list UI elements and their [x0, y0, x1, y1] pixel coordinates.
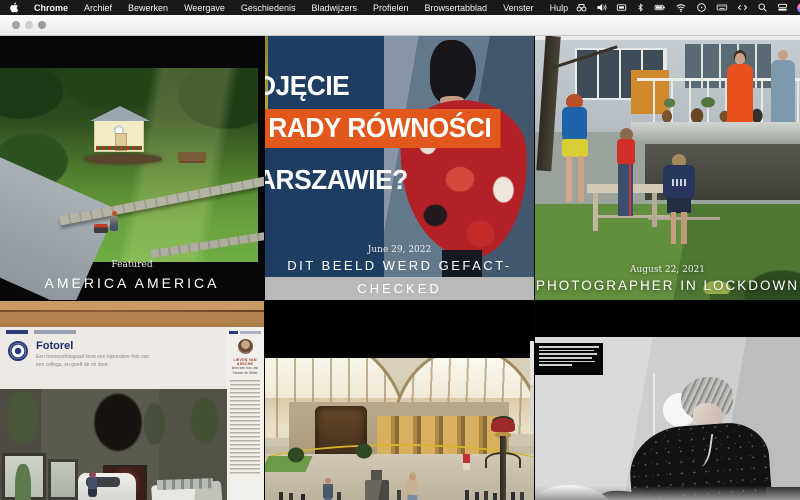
- mossy-facade-overlay: [0, 389, 227, 459]
- control-center-icon[interactable]: [777, 2, 788, 13]
- boy-hoodie-illustration: [663, 154, 697, 244]
- zoom-window-button[interactable]: [38, 21, 46, 29]
- newspaper-right-column: LIEVEN VAN ASSCHE kiest een foto vanSand…: [226, 327, 264, 500]
- menu-bar: Chrome Archief Bewerken Weergave Geschie…: [0, 0, 800, 15]
- headline-line-1: DJĘCIE: [265, 72, 501, 100]
- garden-bed-illustration: [84, 154, 162, 164]
- menu-chrome[interactable]: Chrome: [26, 3, 76, 13]
- wifi-icon[interactable]: [675, 2, 687, 13]
- caption-overflow-bar: CHECKED: [265, 277, 534, 300]
- tile-fotorel-newspaper[interactable]: Fotorel Een beroepsfotograaf kiest een b…: [0, 301, 264, 500]
- woman-orange-dress-illustration: [727, 64, 753, 126]
- tile-caption: June 29, 2022 DIT BEELD WERD GEFACT-: [265, 245, 534, 273]
- window-titlebar: [0, 15, 800, 36]
- body-text-lines: [230, 380, 260, 476]
- binoculars-icon[interactable]: [576, 2, 587, 13]
- fotorel-headline: Fotorel: [36, 340, 73, 352]
- menu-profielen[interactable]: Profielen: [365, 3, 417, 13]
- byline-name: LIEVEN VAN ASSCHE: [226, 358, 264, 366]
- volume-icon[interactable]: [596, 2, 607, 13]
- girl-red-top-illustration: [615, 128, 639, 220]
- menu-archief[interactable]: Archief: [76, 3, 120, 13]
- passerby-illustration: [88, 477, 97, 497]
- wrecked-car-illustration: [151, 481, 223, 500]
- code-icon[interactable]: [737, 2, 748, 13]
- article-title-line1: DIT BEELD WERD GEFACT-: [265, 258, 534, 273]
- column-header-line: [229, 331, 261, 334]
- menu-geschiedenis[interactable]: Geschiedenis: [233, 3, 304, 13]
- tile-photographer-in-lockdown[interactable]: August 22, 2021 PHOTOGRAPHER IN LOCKDOWN: [535, 36, 800, 300]
- man-pushing-trolley-illustration: [405, 474, 418, 500]
- photo-caption-text-block: [535, 343, 603, 375]
- photographer-avatar: [238, 339, 253, 354]
- article-title-line2: CHECKED: [357, 281, 442, 296]
- garden-playhouse-photo: [0, 68, 258, 262]
- stone-wall-lower-illustration: [150, 230, 264, 258]
- lawn-mower-illustration: [94, 224, 108, 233]
- desk-shadow: [535, 486, 800, 500]
- potted-plant-illustration: [351, 438, 377, 464]
- picnic-table-illustration: [178, 152, 206, 161]
- top-black-band: [265, 301, 534, 358]
- potted-plant-illustration-2: [283, 442, 309, 468]
- article-grid: Featured AMERICA AMERICA DJĘCIE RADY RÓW…: [0, 36, 800, 500]
- headline-line-2: RADY RÓWNOŚCI: [265, 109, 501, 148]
- byline-subtext: kiest een foto vanSander de Wilde: [226, 366, 264, 376]
- menu-bladwijzers[interactable]: Bladwijzers: [303, 3, 365, 13]
- ornate-lamp-post-illustration: [483, 418, 523, 500]
- fotorel-subtext: Een beroepsfotograaf kiest een bijzonder…: [36, 354, 156, 369]
- bluetooth-icon[interactable]: [636, 2, 645, 13]
- featured-label: Featured: [0, 260, 264, 270]
- minimize-window-button[interactable]: [25, 21, 33, 29]
- white-car-illustration: [78, 473, 136, 500]
- spotlight-icon[interactable]: [757, 2, 768, 13]
- crowd-illustration: [279, 492, 283, 500]
- glass-display-case-left: [2, 453, 46, 500]
- newspaper-section-header: [6, 330, 106, 334]
- menu-weergave[interactable]: Weergave: [176, 3, 233, 13]
- article-date: August 22, 2021: [535, 265, 800, 275]
- tile-factcheck[interactable]: DJĘCIE RADY RÓWNOŚCI ARSZAWIE? June 29, …: [265, 36, 534, 300]
- tile-panorama-hall[interactable]: [265, 301, 534, 500]
- camera-logo-icon: [8, 341, 28, 361]
- glass-display-case-right: [48, 459, 78, 500]
- tile-bw-portrait[interactable]: [535, 301, 800, 500]
- menu-hulp[interactable]: Hulp: [542, 3, 577, 13]
- headline-line-3: ARSZAWIE?: [265, 166, 501, 194]
- input-source-icon[interactable]: [616, 2, 627, 13]
- tile-caption: August 22, 2021 PHOTOGRAPHER IN LOCKDOWN: [535, 265, 800, 293]
- apple-menu-icon[interactable]: [0, 2, 26, 13]
- polish-headline-graphic: DJĘCIE RADY RÓWNOŚCI ARSZAWIE?: [265, 72, 501, 203]
- flower-box-illustration: [96, 146, 142, 150]
- top-white-strip: [535, 36, 800, 40]
- battery-icon[interactable]: [654, 2, 666, 13]
- plant-pots-illustration: [655, 108, 775, 122]
- wood-table-background: [0, 301, 264, 327]
- newspaper-page: Fotorel Een beroepsfotograaf kiest een b…: [0, 327, 264, 500]
- art-nouveau-hall-photo: [265, 358, 534, 500]
- article-title: AMERICA AMERICA: [0, 275, 264, 291]
- time-machine-icon[interactable]: [696, 2, 707, 13]
- boy-redhead-illustration: [559, 94, 589, 204]
- tile-caption: Featured AMERICA AMERICA: [0, 260, 264, 291]
- balcony-slab-illustration: [631, 122, 800, 144]
- keyboard-icon[interactable]: [716, 2, 728, 13]
- page-edge-strip: [530, 341, 534, 385]
- menu-bewerken[interactable]: Bewerken: [120, 3, 176, 13]
- camera-trolley-illustration: [365, 470, 389, 500]
- bystander-illustration: [323, 478, 333, 500]
- flag-illustration: [463, 454, 470, 470]
- article-date: June 29, 2022: [265, 245, 534, 255]
- mowing-man-illustration: [110, 216, 118, 231]
- close-window-button[interactable]: [12, 21, 20, 29]
- menu-venster[interactable]: Venster: [495, 3, 542, 13]
- article-title: PHOTOGRAPHER IN LOCKDOWN: [535, 278, 800, 293]
- man-blue-shirt-illustration: [771, 60, 795, 124]
- menu-browsertabblad[interactable]: Browsertabblad: [417, 3, 496, 13]
- tile-america-america[interactable]: Featured AMERICA AMERICA: [0, 36, 264, 300]
